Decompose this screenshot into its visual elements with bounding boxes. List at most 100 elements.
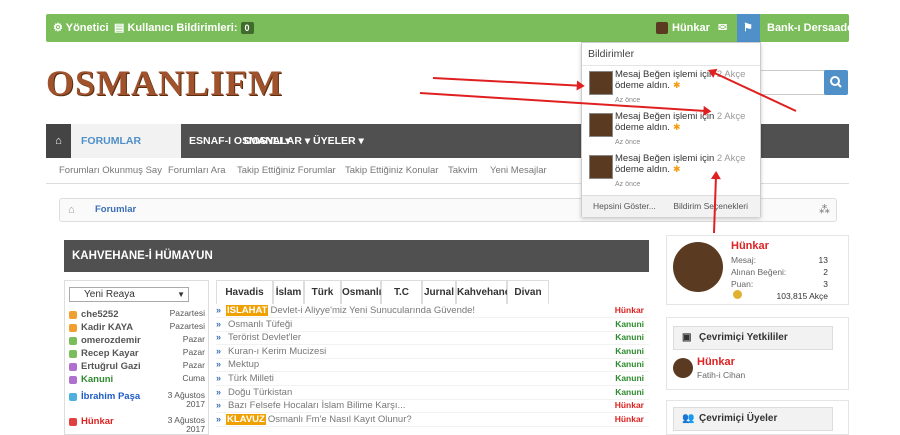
user-name[interactable]: Hünkar (81, 416, 114, 427)
thread-prefix[interactable]: ISLAHAT (226, 305, 269, 316)
user-name[interactable]: Recep Kayar (81, 348, 139, 359)
avatar[interactable] (673, 358, 693, 378)
user-name[interactable]: Kadir KAYA (81, 322, 133, 333)
subnav-new-posts[interactable]: Yeni Mesajlar (490, 158, 547, 184)
notification-item[interactable]: Mesaj Beğen işlemi için 2 Akçe ödeme aldı… (582, 67, 760, 109)
subnav-watched-threads[interactable]: Takip Ettiğiniz Konular (345, 158, 438, 184)
site-logo[interactable]: OSMANLIFM (46, 62, 283, 104)
thread-title[interactable]: Devlet-i Aliyye'miz Yeni Sunucularında G… (270, 305, 475, 316)
profile-akce: 103,815 Akçe (776, 291, 828, 301)
user-row[interactable]: Kanuni Cuma (69, 374, 205, 387)
tab-0[interactable]: Havadis (216, 280, 273, 304)
thread-author[interactable]: Kanuni (615, 332, 644, 342)
sitemap-icon[interactable]: ⁂ (819, 199, 830, 221)
thread-author[interactable]: Kanuni (615, 387, 644, 397)
staff-name[interactable]: Hünkar (697, 356, 735, 368)
user-name[interactable]: che5252 (81, 309, 119, 320)
user-status-icon (69, 376, 77, 384)
thread-title[interactable]: Türk Milleti (228, 373, 274, 384)
thread-row[interactable]: » Türk Milleti Kanuni (216, 373, 649, 386)
thread-title-wrap: Bazı Felsefe Hocaları İslam Bilime Karşı… (226, 400, 405, 411)
profile-name[interactable]: Hünkar (731, 240, 769, 252)
thread-author[interactable]: Kanuni (615, 346, 644, 356)
thread-row[interactable]: » Mektup Kanuni (216, 359, 649, 373)
notifications-footer: Hepsini Göster... Bildirim Seçenekleri (582, 195, 760, 217)
thread-title[interactable]: Osmanlı Tüfeği (228, 319, 292, 330)
search-button[interactable] (824, 70, 848, 95)
admin-link[interactable]: ⚙ Yönetici (53, 14, 109, 42)
user-status-icon (69, 324, 77, 332)
rank-select[interactable]: Yeni Reaya ▼ (69, 287, 189, 302)
notification-item[interactable]: Mesaj Beğen işlemi için 2 Akçe ödeme aldı… (582, 151, 760, 193)
user-notifications-link[interactable]: ▤ Kullanıcı Bildirimleri: 0 (114, 14, 254, 42)
bank-link[interactable]: Bank-ı Dersaadet (767, 14, 857, 42)
online-staff-header: ▣ Çevrimiçi Yetkililer (673, 326, 833, 350)
double-chevron-icon: » (216, 345, 222, 356)
nav-dosyalar[interactable]: DOSYALAR ▾ (244, 124, 310, 158)
thread-prefix[interactable]: KLAVUZ (226, 413, 266, 425)
thread-row[interactable]: » Kuran-ı Kerim Mucizesi Kanuni (216, 346, 649, 359)
user-name[interactable]: omerozdemir (81, 335, 141, 346)
thread-title[interactable]: Doğu Türkistan (228, 387, 292, 398)
user-row[interactable]: Hünkar 3 Ağustos 2017 (69, 416, 205, 434)
tab-5[interactable]: Jurnal (422, 280, 456, 304)
tab-1[interactable]: İslam (273, 280, 304, 304)
notification-options-link[interactable]: Bildirim Seçenekleri (673, 196, 748, 217)
thread-title[interactable]: Bazı Felsefe Hocaları İslam Bilime Karşı… (228, 400, 405, 411)
nav-uyeler[interactable]: ÜYELER ▾ (313, 124, 364, 158)
thread-row[interactable]: » Doğu Türkistan Kanuni (216, 387, 649, 400)
thread-author[interactable]: Hünkar (615, 414, 644, 424)
home-icon[interactable]: ⌂ (46, 124, 71, 158)
user-name[interactable]: Kanuni (81, 374, 113, 385)
nav-forums[interactable]: FORUMLAR (71, 124, 181, 158)
tab-6[interactable]: Kahvehane (456, 280, 510, 304)
home-icon[interactable]: ⌂ (68, 199, 75, 221)
subnav-calendar[interactable]: Takvim (448, 158, 478, 184)
thread-row[interactable]: » Bazı Felsefe Hocaları İslam Bilime Karş… (216, 400, 649, 414)
thread-title[interactable]: Osmanlı Fm'e Nasıl Kayıt Olunur? (268, 414, 412, 425)
briefcase-icon: ▣ (682, 332, 692, 343)
subnav-watched-forums[interactable]: Takip Ettiğiniz Forumlar (237, 158, 336, 184)
section-title: KAHVEHANE-İ HÜMAYUN (64, 240, 649, 272)
thread-row[interactable]: » Terörist Devlet'ler Kanuni (216, 332, 649, 346)
thread-row[interactable]: » KLAVUZ Osmanlı Fm'e Nasıl Kayıt Olunur? H… (216, 413, 649, 427)
profile-points: 3 (823, 279, 828, 289)
tab-3[interactable]: Osmanlı (341, 280, 381, 304)
show-all-link[interactable]: Hepsini Göster... (593, 196, 656, 217)
tab-4[interactable]: T.C (381, 280, 422, 304)
thread-author[interactable]: Hünkar (615, 400, 644, 410)
thread-title-wrap: Doğu Türkistan (226, 387, 292, 398)
user-row[interactable]: İbrahim Paşa 3 Ağustos 2017 (69, 391, 205, 409)
notifications-flag-button[interactable]: ⚑ (737, 14, 760, 42)
mail-icon[interactable]: ✉ (718, 14, 727, 42)
user-name[interactable]: İbrahim Paşa (81, 391, 140, 402)
thread-row[interactable]: » Osmanlı Tüfeği Kanuni (216, 319, 649, 332)
notification-text: Mesaj Beğen işlemi için 2 Akçe ödeme aldı… (615, 153, 755, 175)
notification-amount: 2 Akçe (716, 111, 746, 122)
thread-author[interactable]: Hünkar (615, 305, 644, 315)
tab-7[interactable]: Divan (507, 280, 549, 304)
thread-author[interactable]: Kanuni (615, 373, 644, 383)
thread-title[interactable]: Terörist Devlet'ler (228, 332, 301, 343)
double-chevron-icon: » (216, 359, 222, 370)
notification-message-end: ödeme aldın. (615, 80, 670, 91)
search-input[interactable] (760, 70, 826, 95)
thread-title[interactable]: Mektup (228, 359, 259, 370)
user-name[interactable]: Ertuğrul Gazi (81, 361, 141, 372)
star-icon: ✱ (672, 80, 681, 90)
subnav-mark-read[interactable]: Forumları Okunmuş Say (59, 158, 162, 184)
notification-message-end: ödeme aldın. (615, 122, 670, 133)
thread-author[interactable]: Kanuni (615, 319, 644, 329)
tab-2[interactable]: Türk (304, 280, 341, 304)
profile-points-label: Puan: (731, 279, 754, 289)
avatar (589, 155, 613, 179)
thread-row[interactable]: » ISLAHAT Devlet-i Aliyye'miz Yeni Sunucul… (216, 305, 649, 318)
breadcrumb-forums[interactable]: Forumlar (95, 199, 136, 221)
user-menu[interactable]: Hünkar (656, 14, 710, 42)
thread-author[interactable]: Kanuni (615, 359, 644, 369)
avatar (589, 71, 613, 95)
thread-title[interactable]: Kuran-ı Kerim Mucizesi (228, 346, 326, 357)
subnav-search[interactable]: Forumları Ara (168, 158, 226, 184)
notification-item[interactable]: Mesaj Beğen işlemi için 2 Akçe ödeme aldı… (582, 109, 760, 151)
avatar[interactable] (673, 242, 723, 292)
